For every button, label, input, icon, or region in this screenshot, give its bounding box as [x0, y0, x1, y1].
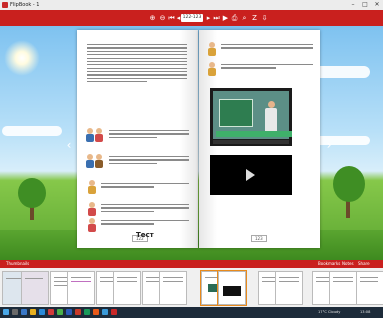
video-player-lesson[interactable] [210, 88, 292, 146]
character-illustration [87, 218, 97, 232]
sun-decoration [4, 40, 40, 76]
folder-icon[interactable] [30, 309, 36, 315]
page-thumbnail[interactable] [113, 271, 141, 305]
share-tab[interactable]: Share [358, 260, 370, 268]
app-icon [2, 2, 8, 8]
thumbnail-header: Thumbnails Bookmarks Notes Share [0, 260, 383, 268]
previous-page-arrow[interactable]: ‹ [66, 136, 72, 154]
clock[interactable]: 13:08 [360, 307, 370, 318]
reader-toolbar: ⊕ ⊖ ⏮ ◂ 122-123 ▸ ⏭ ▶ ⎙ ⌕ Z ⇩ [0, 10, 383, 26]
exercise-text [221, 64, 313, 71]
right-page[interactable]: Тест 123 [136, 30, 320, 248]
notes-tab[interactable]: Notes [342, 260, 354, 268]
left-page[interactable]: 122 [77, 30, 198, 248]
cloud-decoration [2, 126, 62, 136]
minimize-button[interactable]: – [347, 0, 359, 10]
book-stage: ‹ › 122 Тест 123 [0, 26, 383, 260]
flipbook: 122 Тест 123 [77, 30, 321, 248]
app-icon[interactable] [102, 309, 108, 315]
question-text [101, 220, 189, 227]
video-player[interactable] [210, 155, 292, 195]
page-thumbnail[interactable] [21, 271, 49, 305]
page-thumbnail-current[interactable] [217, 270, 247, 306]
video-controls[interactable] [213, 140, 289, 144]
autoplay-icon[interactable]: ▶ [221, 13, 230, 23]
test-label: Тест [136, 231, 154, 239]
app-icon[interactable] [57, 309, 63, 315]
weather-status[interactable]: 17°C Cloudy [318, 307, 340, 318]
question-text [101, 204, 189, 214]
character-illustration [87, 180, 97, 194]
zoom-out-icon[interactable]: ⊖ [158, 13, 167, 23]
print-icon[interactable]: ⎙ [230, 13, 239, 23]
chalkboard [219, 99, 253, 127]
dialog-text [109, 156, 189, 166]
right-page-number: 123 [251, 235, 267, 242]
cloud-decoration [315, 136, 370, 145]
excel-icon[interactable] [84, 309, 90, 315]
text-paragraph [87, 44, 187, 85]
thumbnail-strip [0, 268, 383, 307]
tree-decoration [18, 178, 46, 208]
video-caption-bar [216, 131, 292, 137]
page-thumbnail[interactable] [329, 271, 357, 305]
search-icon[interactable]: ⌕ [240, 13, 249, 23]
word-icon[interactable] [66, 309, 72, 315]
page-thumbnail[interactable] [67, 271, 95, 305]
bookmarks-tab[interactable]: Bookmarks [318, 260, 340, 268]
browser-icon[interactable] [39, 309, 45, 315]
tree-decoration [333, 166, 365, 202]
close-button[interactable]: ✕ [371, 0, 383, 10]
character-illustration [207, 62, 217, 76]
page-thumbnail[interactable] [159, 271, 187, 305]
powerpoint-icon[interactable] [75, 309, 81, 315]
play-icon[interactable] [246, 169, 255, 181]
page-input[interactable]: 122-123 [181, 14, 203, 22]
last-page-icon[interactable]: ⏭ [212, 13, 221, 23]
presenter [265, 101, 277, 133]
character-illustration [94, 128, 104, 142]
app-icon[interactable] [48, 309, 54, 315]
question-text [101, 183, 189, 190]
search-icon[interactable] [12, 309, 18, 315]
zoom-in-icon[interactable]: ⊕ [148, 13, 157, 23]
thumbnails-label[interactable]: Thumbnails [6, 260, 29, 268]
character-illustration [207, 42, 217, 56]
next-page-arrow[interactable]: › [326, 136, 332, 154]
taskview-icon[interactable] [21, 309, 27, 315]
app-icon[interactable] [93, 309, 99, 315]
os-taskbar: 17°C Cloudy 13:08 [0, 307, 383, 318]
flipbook-app-icon[interactable] [111, 309, 117, 315]
text-icon[interactable]: Z [250, 13, 259, 23]
download-icon[interactable]: ⇩ [260, 13, 269, 23]
page-thumbnail[interactable] [275, 271, 303, 305]
start-icon[interactable] [3, 309, 9, 315]
video-frame [213, 91, 292, 139]
character-illustration [94, 154, 104, 168]
page-thumbnail[interactable] [356, 271, 383, 305]
dialog-text [109, 130, 189, 140]
maximize-button[interactable]: □ [359, 0, 371, 10]
character-illustration [87, 202, 97, 216]
exercise-text [221, 44, 313, 51]
window-title: FlipBook - 1 [10, 2, 40, 8]
